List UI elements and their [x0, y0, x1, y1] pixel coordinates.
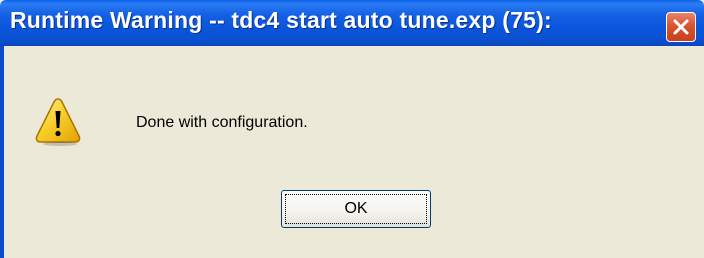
window-title: Runtime Warning -- tdc4 start auto tune.…	[10, 7, 552, 33]
ok-button-label: OK	[285, 194, 427, 224]
close-icon	[673, 19, 689, 35]
dialog-window: Runtime Warning -- tdc4 start auto tune.…	[0, 0, 704, 258]
ok-button[interactable]: OK	[281, 190, 431, 228]
window-frame	[0, 46, 4, 258]
close-button[interactable]	[666, 12, 696, 42]
dialog-message: Done with configuration.	[136, 114, 308, 131]
title-bar[interactable]: Runtime Warning -- tdc4 start auto tune.…	[0, 0, 704, 46]
warning-icon	[35, 98, 81, 146]
